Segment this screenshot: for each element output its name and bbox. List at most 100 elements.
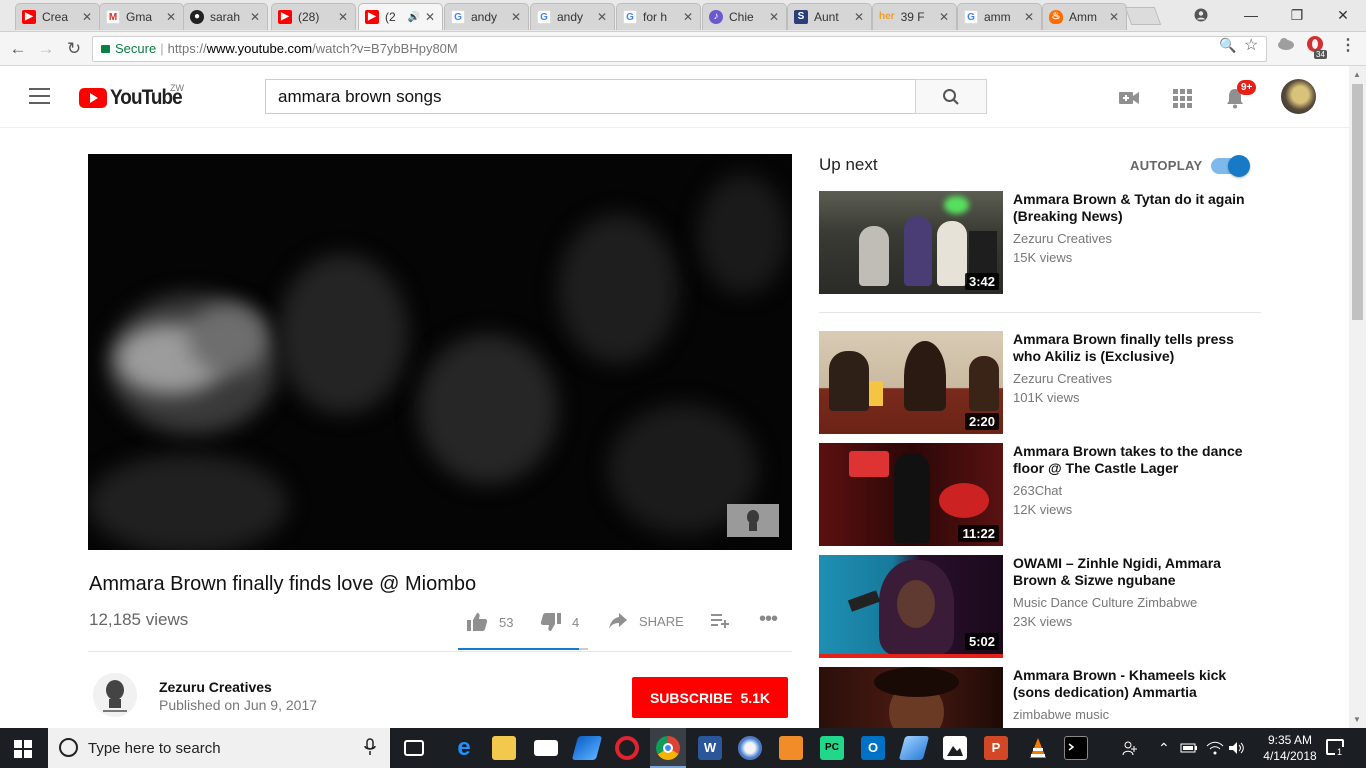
terminal-icon[interactable]: [1064, 736, 1088, 760]
sublime-text-icon[interactable]: [779, 736, 803, 760]
close-tab-icon[interactable]: ✕: [1108, 10, 1120, 24]
microphone-icon[interactable]: [364, 738, 376, 760]
pycharm-icon[interactable]: PC: [820, 736, 844, 760]
close-tab-icon[interactable]: ✕: [596, 10, 608, 24]
minimize-button[interactable]: —: [1228, 0, 1274, 30]
opera-icon[interactable]: [615, 736, 639, 760]
vlc-icon[interactable]: [1026, 736, 1050, 760]
chrome-taskbar-item[interactable]: [650, 728, 686, 768]
browser-tab[interactable]: M Gma ✕: [99, 3, 184, 30]
photos-icon[interactable]: [943, 736, 967, 760]
audio-playing-icon[interactable]: 🔊: [408, 12, 420, 23]
browser-tab[interactable]: Gfor h ✕: [616, 3, 701, 30]
system-clock[interactable]: 9:35 AM 4/14/2018: [1260, 732, 1320, 764]
like-button[interactable]: 53: [466, 612, 513, 632]
upload-video-icon[interactable]: [1117, 86, 1141, 110]
toggle-knob[interactable]: [1228, 155, 1250, 177]
people-icon[interactable]: [1122, 728, 1138, 768]
browser-tab[interactable]: ▶ (28) ✕: [271, 3, 356, 30]
volume-icon[interactable]: [1228, 728, 1246, 768]
close-tab-icon[interactable]: ✕: [249, 10, 261, 24]
notes-app-icon[interactable]: [898, 736, 930, 760]
browser-tab[interactable]: Gandy ✕: [530, 3, 615, 30]
battery-icon[interactable]: [1180, 728, 1198, 768]
search-button[interactable]: [915, 79, 987, 114]
related-video-title[interactable]: Ammara Brown - Khameels kick (sons dedic…: [1013, 667, 1253, 701]
video-thumbnail[interactable]: [819, 667, 1003, 728]
user-avatar[interactable]: [1281, 79, 1316, 114]
channel-name[interactable]: Zezuru Creatives: [159, 679, 272, 695]
forward-button[interactable]: →: [34, 37, 58, 61]
related-video[interactable]: 3:42 Ammara Brown & Tytan do it again (B…: [819, 191, 1261, 294]
close-tab-icon[interactable]: ✕: [510, 10, 522, 24]
task-view-icon[interactable]: [404, 740, 424, 756]
bookmark-star-icon[interactable]: ☆: [1244, 35, 1258, 55]
related-video[interactable]: 11:22 Ammara Brown takes to the dance fl…: [819, 443, 1261, 546]
browser-tab[interactable]: S Aunt ✕: [787, 3, 872, 30]
apps-grid-icon[interactable]: [1170, 86, 1194, 110]
related-video[interactable]: 5:02 OWAMI – Zinhle Ngidi, Ammara Brown …: [819, 555, 1261, 658]
word-icon[interactable]: W: [698, 736, 722, 760]
sail-app-icon[interactable]: [571, 736, 603, 760]
reload-button[interactable]: ↻: [62, 37, 86, 61]
windows-start-icon[interactable]: [14, 740, 32, 758]
close-tab-icon[interactable]: ✕: [853, 10, 865, 24]
scrollbar-thumb[interactable]: [1352, 84, 1363, 320]
file-explorer-icon[interactable]: [492, 736, 516, 760]
related-video-title[interactable]: OWAMI – Zinhle Ngidi, Ammara Brown & Siz…: [1013, 555, 1253, 589]
close-tab-icon[interactable]: ✕: [424, 10, 436, 24]
subscribe-button[interactable]: SUBSCRIBE 5.1K: [632, 677, 788, 718]
scroll-up-arrow-icon[interactable]: ▲: [1353, 70, 1361, 79]
video-thumbnail[interactable]: 2:20: [819, 331, 1003, 434]
video-thumbnail[interactable]: 5:02: [819, 555, 1003, 658]
browser-tab[interactable]: Gandy ✕: [444, 3, 529, 30]
close-tab-icon[interactable]: ✕: [81, 10, 93, 24]
more-actions-icon[interactable]: •••: [759, 608, 778, 631]
profile-icon[interactable]: [1178, 0, 1224, 30]
show-hidden-icons-button[interactable]: ⌃: [1158, 728, 1170, 768]
back-button[interactable]: ←: [6, 37, 30, 61]
address-bar[interactable]: Secure | https://www.youtube.com/watch?v=B…: [92, 36, 1267, 62]
video-thumbnail[interactable]: 3:42: [819, 191, 1003, 294]
browser-tab[interactable]: ♨ Amm ✕: [1042, 3, 1127, 30]
new-tab-button[interactable]: [1124, 7, 1162, 25]
browser-tab[interactable]: ▶ Crea ✕: [15, 3, 100, 30]
autoplay-toggle[interactable]: [1211, 155, 1250, 177]
share-button[interactable]: SHARE: [608, 612, 684, 630]
search-input[interactable]: ammara brown songs: [265, 79, 916, 114]
related-video-title[interactable]: Ammara Brown takes to the dance floor @ …: [1013, 443, 1253, 477]
close-tab-icon[interactable]: ✕: [768, 10, 780, 24]
video-thumbnail[interactable]: 11:22: [819, 443, 1003, 546]
youtube-logo[interactable]: YouTube ZW: [79, 83, 190, 110]
browser-tab[interactable]: Gamm ✕: [957, 3, 1042, 30]
browser-tab[interactable]: ♪ Chie ✕: [702, 3, 787, 30]
paint-icon[interactable]: [738, 736, 762, 760]
browser-tab[interactable]: ● sarah ✕: [183, 3, 268, 30]
close-tab-icon[interactable]: ✕: [938, 10, 950, 24]
close-tab-icon[interactable]: ✕: [165, 10, 177, 24]
channel-avatar[interactable]: [93, 673, 137, 717]
add-to-playlist-button[interactable]: [710, 612, 730, 628]
wifi-icon[interactable]: [1206, 728, 1224, 768]
outlook-icon[interactable]: O: [861, 736, 885, 760]
browser-tab-active[interactable]: ▶ (2 🔊 ✕: [358, 3, 443, 30]
edge-icon[interactable]: e: [452, 736, 476, 760]
scroll-down-arrow-icon[interactable]: ▼: [1353, 715, 1361, 724]
powerpoint-icon[interactable]: P: [984, 736, 1008, 760]
related-video[interactable]: Ammara Brown - Khameels kick (sons dedic…: [819, 667, 1261, 728]
chrome-menu-icon[interactable]: ⋮: [1340, 35, 1356, 55]
page-scrollbar[interactable]: ▲ ▼: [1349, 66, 1366, 728]
close-tab-icon[interactable]: ✕: [1023, 10, 1035, 24]
dislike-button[interactable]: 4: [540, 612, 579, 632]
close-window-button[interactable]: ✕: [1320, 0, 1366, 30]
zoom-icon[interactable]: 🔍: [1219, 37, 1236, 54]
channel-watermark[interactable]: [727, 504, 779, 537]
browser-tab[interactable]: her 39 F ✕: [872, 3, 957, 30]
taskbar-search-box[interactable]: Type here to search: [48, 728, 390, 768]
close-tab-icon[interactable]: ✕: [682, 10, 694, 24]
maximize-button[interactable]: ❐: [1274, 0, 1320, 30]
mail-icon[interactable]: [534, 740, 558, 756]
menu-icon[interactable]: [29, 88, 50, 104]
related-video-title[interactable]: Ammara Brown finally tells press who Aki…: [1013, 331, 1253, 365]
related-video-title[interactable]: Ammara Brown & Tytan do it again (Breaki…: [1013, 191, 1253, 225]
